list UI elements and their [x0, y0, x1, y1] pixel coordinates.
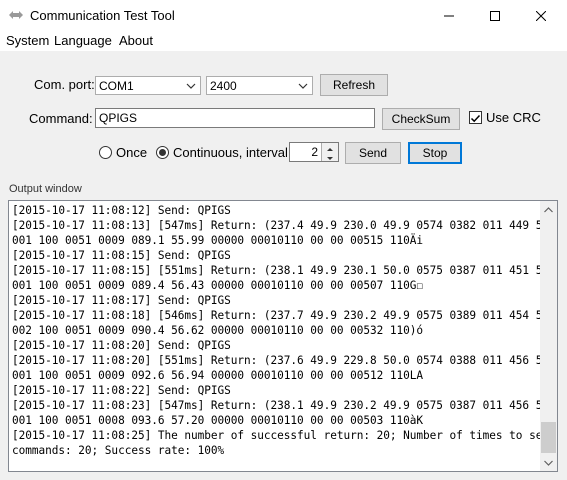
scroll-up-button[interactable] — [540, 201, 557, 218]
continuous-radio[interactable] — [156, 146, 169, 159]
output-log: [2015-10-17 11:08:12] Send: QPIGS [2015-1… — [12, 203, 558, 458]
spinner-down-button[interactable] — [322, 152, 338, 161]
close-icon — [536, 10, 546, 21]
once-label: Once — [116, 145, 148, 160]
scroll-down-button[interactable] — [540, 454, 557, 471]
checksum-button[interactable]: CheckSum — [382, 108, 460, 130]
arrow-down-icon — [327, 157, 333, 160]
com-port-select[interactable]: COM1 — [95, 76, 201, 95]
menu-system[interactable]: System — [6, 33, 49, 48]
com-port-value: COM1 — [99, 79, 134, 93]
scroll-up-icon — [544, 206, 553, 212]
stop-button[interactable]: Stop — [408, 142, 462, 164]
log-line: 001 100 0051 0008 093.6 57.20 00000 0001… — [12, 414, 423, 427]
refresh-button[interactable]: Refresh — [320, 74, 388, 96]
log-line: commands: 20; Success rate: 100% — [12, 444, 225, 457]
scroll-down-icon — [544, 460, 553, 466]
interval-spinner[interactable]: 2 — [289, 142, 339, 162]
log-line: [2015-10-17 11:08:20] [551ms] Return: (2… — [12, 354, 558, 367]
output-window-label: Output window — [9, 183, 82, 195]
menu-about[interactable]: About — [119, 33, 153, 48]
log-line: [2015-10-17 11:08:12] Send: QPIGS — [12, 204, 231, 217]
log-line: [2015-10-17 11:08:15] [551ms] Return: (2… — [12, 264, 558, 277]
log-line: [2015-10-17 11:08:20] Send: QPIGS — [12, 339, 231, 352]
spinner-buttons — [321, 143, 338, 161]
log-line: [2015-10-17 11:08:17] Send: QPIGS — [12, 294, 231, 307]
chevron-down-icon — [186, 83, 196, 89]
window-title: Communication Test Tool — [30, 8, 175, 23]
menu-language[interactable]: Language — [54, 33, 112, 48]
close-button[interactable] — [518, 0, 564, 31]
baud-rate-value: 2400 — [210, 79, 237, 93]
use-crc-label: Use CRC — [486, 110, 541, 125]
log-line: 001 100 0051 0009 089.4 56.43 00000 0001… — [12, 279, 423, 292]
vertical-scrollbar[interactable] — [540, 201, 557, 471]
continuous-label: Continuous, interval — [173, 145, 288, 160]
command-input[interactable]: QPIGS — [95, 108, 375, 128]
log-line: [2015-10-17 11:08:22] Send: QPIGS — [12, 384, 231, 397]
checkmark-icon — [470, 114, 481, 123]
log-line: [2015-10-17 11:08:15] Send: QPIGS — [12, 249, 231, 262]
log-line: [2015-10-17 11:08:13] [547ms] Return: (2… — [12, 219, 558, 232]
command-label: Command: — [29, 111, 93, 126]
interval-value: 2 — [311, 145, 318, 159]
output-textarea[interactable]: [2015-10-17 11:08:12] Send: QPIGS [2015-1… — [8, 200, 558, 472]
radio-selected-dot — [159, 149, 166, 156]
menu-bar: System Language About — [0, 31, 567, 52]
com-port-label: Com. port: — [34, 77, 95, 92]
minimize-button[interactable] — [426, 0, 472, 31]
command-value: QPIGS — [99, 111, 138, 125]
use-crc-checkbox[interactable] — [469, 111, 482, 124]
scrollbar-thumb[interactable] — [541, 422, 556, 453]
title-bar: Communication Test Tool — [0, 0, 567, 31]
once-radio[interactable] — [99, 146, 112, 159]
minimize-icon — [444, 15, 454, 16]
log-line: 001 100 0051 0009 089.1 55.99 00000 0001… — [12, 234, 423, 247]
send-button[interactable]: Send — [345, 142, 401, 164]
log-line: 001 100 0051 0009 092.6 56.94 00000 0001… — [12, 369, 423, 382]
maximize-button[interactable] — [472, 0, 518, 31]
log-line: [2015-10-17 11:08:18] [546ms] Return: (2… — [12, 309, 558, 322]
log-line: [2015-10-17 11:08:23] [547ms] Return: (2… — [12, 399, 558, 412]
log-line: [2015-10-17 11:08:25] The number of succ… — [12, 429, 556, 442]
log-line: 002 100 0051 0009 090.4 56.62 00000 0001… — [12, 324, 423, 337]
baud-rate-select[interactable]: 2400 — [206, 76, 313, 95]
maximize-icon — [490, 10, 500, 21]
app-icon — [9, 11, 23, 19]
chevron-down-icon — [298, 83, 308, 89]
